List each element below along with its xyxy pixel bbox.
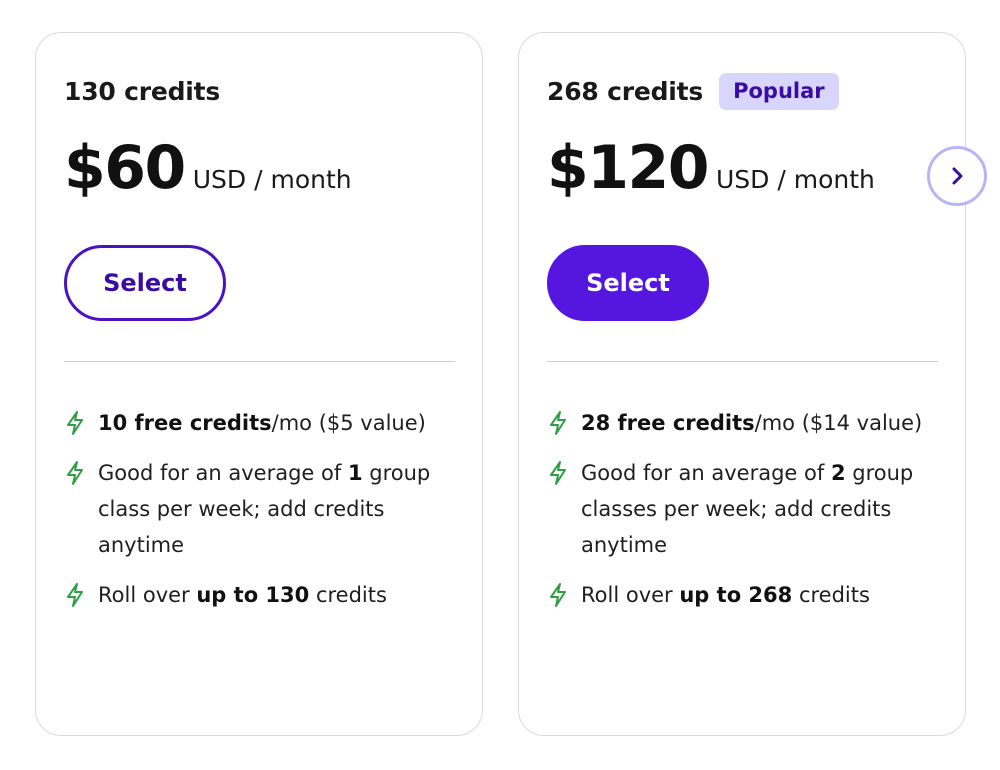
- feature-text-part: Roll over: [98, 583, 197, 607]
- chevron-right-icon: [952, 167, 963, 185]
- lightning-bolt-icon: [64, 455, 90, 491]
- feature-text: Good for an average of 1 group class per…: [98, 455, 456, 563]
- feature-item: 10 free credits/mo ($5 value): [64, 405, 456, 441]
- lightning-bolt-icon: [64, 577, 90, 613]
- feature-list: 28 free credits/mo ($14 value) Good for a…: [547, 405, 939, 627]
- plan-credits-title: 130 credits: [64, 76, 221, 106]
- feature-text-bold: up to 268: [679, 583, 793, 607]
- feature-text-bold: 2: [830, 461, 846, 485]
- feature-item: 28 free credits/mo ($14 value): [547, 405, 939, 441]
- select-button[interactable]: Select: [547, 245, 709, 321]
- plan-header: 130 credits: [64, 69, 220, 113]
- lightning-bolt-icon: [64, 405, 90, 441]
- feature-text-part: Good for an average of: [98, 461, 348, 485]
- feature-item: Roll over up to 130 credits: [64, 577, 456, 613]
- feature-item: Good for an average of 2 group classes p…: [547, 455, 939, 563]
- plan-price: $60: [64, 133, 186, 203]
- plan-card-268-credits: 268 credits Popular $120 USD / month Sel…: [518, 32, 966, 736]
- plan-price-row: $120 USD / month: [547, 133, 875, 203]
- lightning-bolt-icon: [547, 577, 573, 613]
- divider: [547, 361, 938, 362]
- carousel-next-button[interactable]: [927, 146, 987, 206]
- feature-text-bold: 1: [347, 461, 363, 485]
- feature-list: 10 free credits/mo ($5 value) Good for an…: [64, 405, 456, 627]
- feature-text-part: Good for an average of: [581, 461, 831, 485]
- plan-price-row: $60 USD / month: [64, 133, 352, 203]
- popular-badge: Popular: [719, 72, 839, 110]
- select-button[interactable]: Select: [64, 245, 226, 321]
- feature-text-part: /mo ($14 value): [754, 411, 923, 435]
- feature-text-part: credits: [309, 583, 387, 607]
- feature-text-part: /mo ($5 value): [271, 411, 426, 435]
- feature-item: Good for an average of 1 group class per…: [64, 455, 456, 563]
- feature-text: Roll over up to 268 credits: [581, 577, 870, 613]
- plan-price: $120: [547, 133, 710, 203]
- feature-text: Roll over up to 130 credits: [98, 577, 387, 613]
- feature-text: Good for an average of 2 group classes p…: [581, 455, 939, 563]
- feature-text-part: credits: [792, 583, 870, 607]
- feature-text-part: Roll over: [581, 583, 680, 607]
- plan-card-130-credits: 130 credits $60 USD / month Select 10 fr…: [35, 32, 483, 736]
- divider: [64, 361, 455, 362]
- lightning-bolt-icon: [547, 455, 573, 491]
- feature-text-bold: up to 130: [196, 583, 310, 607]
- feature-text: 10 free credits/mo ($5 value): [98, 405, 426, 441]
- plan-price-unit: USD / month: [192, 165, 352, 194]
- feature-text: 28 free credits/mo ($14 value): [581, 405, 922, 441]
- lightning-bolt-icon: [547, 405, 573, 441]
- feature-item: Roll over up to 268 credits: [547, 577, 939, 613]
- feature-text-bold: 10 free credits: [98, 411, 272, 435]
- plan-credits-title: 268 credits: [547, 76, 704, 106]
- plan-price-unit: USD / month: [716, 165, 875, 194]
- feature-text-bold: 28 free credits: [581, 411, 755, 435]
- plan-header: 268 credits Popular: [547, 69, 839, 113]
